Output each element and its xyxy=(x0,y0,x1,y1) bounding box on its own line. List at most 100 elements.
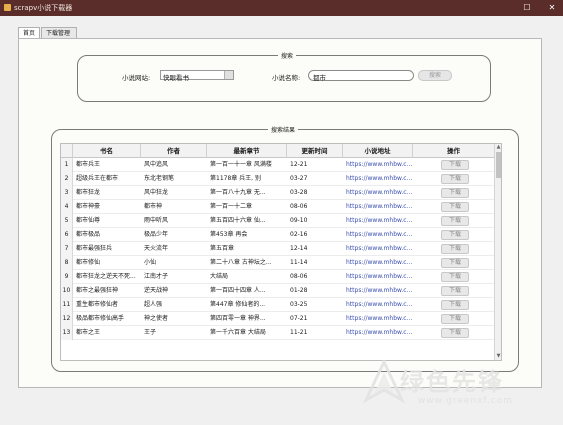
table-header: 书名 作者 最新章节 更新时间 小说地址 操作 xyxy=(61,144,495,158)
row-title: 都市之最强狂神 xyxy=(76,287,119,294)
chevron-down-icon[interactable] xyxy=(224,71,233,79)
download-button[interactable]: 下载 xyxy=(441,258,469,268)
table-row[interactable]: 13 都市之王 王子 第一千六百章 大结局 11-21 https://www.mhbw.… xyxy=(61,326,495,340)
window-title: scrapv小说下载器 xyxy=(14,4,73,12)
source-select-value: 快眼看书 xyxy=(163,74,189,82)
search-group: 搜索 小说网站: 快眼看书 小说名称: 都市 搜索 xyxy=(77,51,491,102)
search-button[interactable]: 搜索 xyxy=(418,70,452,81)
row-author: 江南才子 xyxy=(144,273,169,280)
row-index: 6 xyxy=(61,228,73,242)
tab-panel: 搜索 小说网站: 快眼看书 小说名称: 都市 搜索 搜索结果 书名 作者 最新章… xyxy=(18,38,542,388)
scroll-up-icon[interactable]: ▲ xyxy=(495,144,501,151)
download-button[interactable]: 下载 xyxy=(441,202,469,212)
table-row[interactable]: 12 极品都市修仙高手 神之使者 第四百零一章 神界... 07-21 https://w… xyxy=(61,312,495,326)
row-title: 都市仙尊 xyxy=(76,217,101,224)
watermark-url: www.greenxf.com xyxy=(418,396,514,406)
close-button[interactable]: ✕ xyxy=(541,0,563,16)
row-author: 王子 xyxy=(144,329,157,336)
results-group: 搜索结果 书名 作者 最新章节 更新时间 小说地址 操作 1 都市兵王 风中追风 第一… xyxy=(51,125,519,372)
table-row[interactable]: 9 都市狂龙之逆天不死... 江南才子 大结局 08-06 https://www.mhb… xyxy=(61,270,495,284)
column-header-time[interactable]: 更新时间 xyxy=(287,144,343,158)
row-url[interactable]: https://www.mhbw.c... xyxy=(343,242,413,256)
title-bar: scrapv小说下载器 ☐ ✕ xyxy=(0,0,563,16)
row-index: 10 xyxy=(61,284,73,298)
download-button[interactable]: 下载 xyxy=(441,314,469,324)
row-url[interactable]: https://www.mhbw.c... xyxy=(343,298,413,312)
download-button[interactable]: 下载 xyxy=(441,188,469,198)
row-url[interactable]: https://www.mhbw.c... xyxy=(343,270,413,284)
download-button[interactable]: 下载 xyxy=(441,286,469,296)
maximize-button[interactable]: ☐ xyxy=(516,0,538,16)
download-button[interactable]: 下载 xyxy=(441,160,469,170)
row-time: 03-28 xyxy=(290,189,308,196)
row-author: 超人强 xyxy=(144,301,163,308)
column-header-author[interactable]: 作者 xyxy=(141,144,207,158)
row-url[interactable]: https://www.mhbw.c... xyxy=(343,326,413,340)
row-title: 都市最强狂兵 xyxy=(76,245,113,252)
row-author: 极品少年 xyxy=(144,231,169,238)
download-button[interactable]: 下载 xyxy=(441,272,469,282)
download-button[interactable]: 下载 xyxy=(441,216,469,226)
row-url[interactable]: https://www.mhbw.c... xyxy=(343,172,413,186)
row-index: 3 xyxy=(61,186,73,200)
table-row[interactable]: 5 都市仙尊 雨中听风 第五百四十六章 仙... 09-10 https://www.mh… xyxy=(61,214,495,228)
row-title: 重生都市修仙者 xyxy=(76,301,119,308)
row-time: 12-21 xyxy=(290,161,308,168)
row-chapter: 第五百四十六章 仙... xyxy=(210,217,266,224)
row-time: 03-27 xyxy=(290,175,308,182)
row-url[interactable]: https://www.mhbw.c... xyxy=(343,312,413,326)
column-header-chapter[interactable]: 最新章节 xyxy=(207,144,287,158)
vertical-scrollbar[interactable]: ▲ ▼ xyxy=(494,144,501,360)
search-group-legend: 搜索 xyxy=(278,51,297,60)
row-chapter: 第1178章 兵王, 别 xyxy=(210,175,261,182)
row-url[interactable]: https://www.mhbw.c... xyxy=(343,284,413,298)
row-chapter: 第447章 修仙者的... xyxy=(210,301,266,308)
download-button[interactable]: 下载 xyxy=(441,174,469,184)
row-time: 11-21 xyxy=(290,329,308,336)
table-row[interactable]: 1 都市兵王 风中追风 第一百一十一章 风满楼 12-21 https://www.mhb… xyxy=(61,158,495,172)
row-url[interactable]: https://www.mhbw.c... xyxy=(343,214,413,228)
keyword-input[interactable]: 都市 xyxy=(308,70,414,82)
row-author: 逆天战神 xyxy=(144,287,169,294)
row-chapter: 大结局 xyxy=(210,273,229,280)
row-chapter: 第一百一十二章 xyxy=(210,203,253,210)
column-header-index xyxy=(61,144,73,158)
app-window: scrapv小说下载器 ☐ ✕ 首页 下载管理 搜索 小说网站: 快眼看书 小说… xyxy=(0,0,563,425)
row-author: 都市神 xyxy=(144,203,163,210)
download-button[interactable]: 下载 xyxy=(441,244,469,254)
row-chapter: 第一千六百章 大结局 xyxy=(210,329,266,336)
row-index: 2 xyxy=(61,172,73,186)
row-chapter: 第一百一十一章 风满楼 xyxy=(210,161,272,168)
table-row[interactable]: 6 都市极品 极品少年 第453章 再会 02-16 https://www.mhbw.c… xyxy=(61,228,495,242)
source-label: 小说网站: xyxy=(122,74,151,82)
tab-download-manager[interactable]: 下载管理 xyxy=(41,27,77,38)
app-icon xyxy=(4,4,11,11)
source-select[interactable]: 快眼看书 xyxy=(160,70,234,82)
column-header-url[interactable]: 小说地址 xyxy=(343,144,413,158)
column-header-action: 操作 xyxy=(413,144,495,158)
download-button[interactable]: 下载 xyxy=(441,300,469,310)
table-row[interactable]: 2 超级兵王在都市 东北老钢笔 第1178章 兵王, 别 03-27 https://ww… xyxy=(61,172,495,186)
row-url[interactable]: https://www.mhbw.c... xyxy=(343,186,413,200)
row-url[interactable]: https://www.mhbw.c... xyxy=(343,200,413,214)
download-button[interactable]: 下载 xyxy=(441,328,469,338)
row-time: 03-25 xyxy=(290,301,308,308)
table-row[interactable]: 10 都市之最强狂神 逆天战神 第一百四十四章 人... 01-28 https://ww… xyxy=(61,284,495,298)
keyword-input-value: 都市 xyxy=(313,74,326,82)
row-url[interactable]: https://www.mhbw.c... xyxy=(343,158,413,172)
keyword-label: 小说名称: xyxy=(272,74,301,82)
row-title: 都市兵王 xyxy=(76,161,101,168)
download-button[interactable]: 下载 xyxy=(441,230,469,240)
table-row[interactable]: 4 都市神豪 都市神 第一百一十二章 08-06 https://www.mhbw.c..… xyxy=(61,200,495,214)
table-row[interactable]: 3 都市狂龙 风中狂龙 第一百八十九章 无... 03-28 https://www.mh… xyxy=(61,186,495,200)
row-url[interactable]: https://www.mhbw.c... xyxy=(343,256,413,270)
row-chapter: 第五百章 xyxy=(210,245,235,252)
scrollbar-thumb[interactable] xyxy=(496,152,501,178)
table-row[interactable]: 7 都市最强狂兵 天火流年 第五百章 12-14 https://www.mhbw.c..… xyxy=(61,242,495,256)
row-title: 都市神豪 xyxy=(76,203,101,210)
row-index: 8 xyxy=(61,256,73,270)
row-url[interactable]: https://www.mhbw.c... xyxy=(343,228,413,242)
table-row[interactable]: 11 重生都市修仙者 超人强 第447章 修仙者的... 03-25 https://ww… xyxy=(61,298,495,312)
table-row[interactable]: 8 都市修仙 小仙 第二十八章 古神坛之... 11-14 https://www.mhb… xyxy=(61,256,495,270)
column-header-title[interactable]: 书名 xyxy=(73,144,141,158)
